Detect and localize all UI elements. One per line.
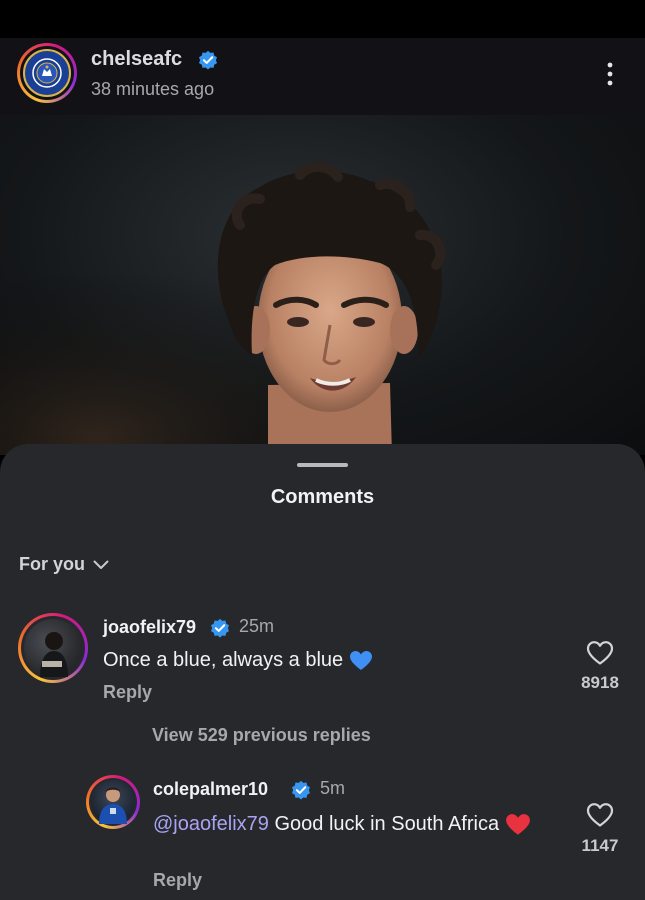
comment-username[interactable]: colepalmer10 [153,779,268,800]
heart-outline-icon[interactable] [586,802,614,828]
more-options-icon[interactable] [600,60,620,88]
profile-photo [24,619,82,677]
player-portrait-image [0,115,645,455]
blue-heart-emoji-icon [349,650,372,670]
post-timestamp: 38 minutes ago [91,79,215,99]
comment-username[interactable]: joaofelix79 [103,617,196,638]
joaofelix79-avatar[interactable] [18,613,88,683]
comment-time: 25m [239,616,275,636]
comments-title: Comments [270,486,375,508]
like-count: 8918 [581,673,619,692]
view-previous-replies-button[interactable]: View 529 previous replies [152,725,371,746]
filter-label: For you [19,554,85,574]
status-bar [0,0,645,38]
filter-dropdown[interactable]: For you [19,554,109,575]
verified-badge-icon [211,618,229,638]
colepalmer10-avatar[interactable] [86,775,140,829]
post-photo[interactable] [0,115,645,455]
comment-time: 5m [320,778,346,798]
like-count: 1147 [581,836,619,855]
verified-badge-icon [199,50,217,70]
comment-text: Once a blue, always a blue [103,647,373,673]
red-heart-emoji-icon [505,813,530,835]
profile-photo [91,780,135,824]
chelseafc-avatar[interactable] [17,43,77,103]
heart-outline-icon[interactable] [586,640,614,666]
reply-button[interactable]: Reply [103,682,152,703]
verified-badge-icon [292,780,310,800]
mention-link[interactable]: @joaofelix79 [153,813,269,835]
sheet-drag-handle[interactable] [297,463,348,467]
chelsea-crest-logo [23,49,71,97]
comment-text: @joaofelix79 Good luck in South Africa [153,811,558,837]
reply-button[interactable]: Reply [153,870,202,891]
post-username[interactable]: chelseafc [91,48,182,71]
post-header: chelseafc 38 minutes ago [0,38,645,115]
chevron-down-icon [93,560,109,569]
comments-sheet: Comments For you joaofelix79 25m Once a … [0,444,645,900]
